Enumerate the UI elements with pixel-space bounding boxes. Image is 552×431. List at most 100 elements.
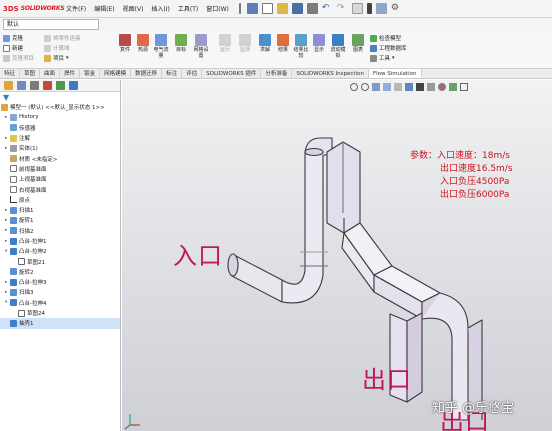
tree-item-revolve1[interactable]: ▸ 旋转1 xyxy=(0,215,120,225)
ribbon-btn-monitor[interactable]: 监测 xyxy=(236,34,254,53)
flow-analysis-tree-tab-icon[interactable] xyxy=(69,81,78,90)
rebuild-icon[interactable] xyxy=(366,3,372,14)
new-document-icon[interactable] xyxy=(261,3,273,14)
tree-item-sketch21[interactable]: 草图21 xyxy=(0,256,120,266)
tab-surfaces[interactable]: 曲面 xyxy=(40,69,61,78)
tab-evaluate[interactable]: 评估 xyxy=(182,69,203,78)
tree-item-top-plane[interactable]: 上视基准面 xyxy=(0,174,120,184)
display-style-icon[interactable] xyxy=(416,83,424,91)
menu-file[interactable]: 文件(F) xyxy=(62,4,90,13)
section-view-icon[interactable] xyxy=(383,83,391,91)
tree-item-sensors[interactable]: 传感器 xyxy=(0,123,120,133)
tab-sketch[interactable]: 草图 xyxy=(20,69,41,78)
tab-sheet-metal[interactable]: 钣金 xyxy=(80,69,101,78)
tab-addins[interactable]: SOLIDWORKS 插件 xyxy=(202,69,262,78)
ribbon-btn-display[interactable]: 显示 xyxy=(310,34,328,53)
tab-mesh-modeling[interactable]: 网格建模 xyxy=(100,69,132,78)
zoom-to-fit-icon[interactable] xyxy=(350,83,358,91)
filter-icon[interactable]: ▼ xyxy=(3,93,9,102)
menu-window[interactable]: 窗口(W) xyxy=(202,4,233,13)
tree-filter[interactable]: ▼ xyxy=(0,92,120,102)
home-icon[interactable] xyxy=(246,3,258,14)
tree-item-solid-bodies[interactable]: ▸ 实体(1) xyxy=(0,143,120,153)
options-gear-icon[interactable]: ⚙ xyxy=(391,3,402,14)
feature-tree-tab-icon[interactable] xyxy=(4,81,13,90)
property-manager-tab-icon[interactable] xyxy=(17,81,26,90)
ribbon-btn-goals[interactable]: 目标 xyxy=(172,34,190,53)
tree-item-boss-extrude1[interactable]: ▸ 凸台-拉伸1 xyxy=(0,236,120,246)
ribbon-btn-compare[interactable]: 结果比较 xyxy=(292,34,310,59)
sweep-icon xyxy=(10,206,17,214)
tree-item-sweep1[interactable]: ▸ 扫描1 xyxy=(0,205,120,215)
tab-weldments[interactable]: 焊件 xyxy=(60,69,81,78)
tree-item-revolve2[interactable]: 旋转2 xyxy=(0,267,120,277)
menu-insert[interactable]: 插入(I) xyxy=(147,4,173,13)
zhihu-watermark: 知乎 @乐悠宝 xyxy=(432,401,515,416)
dimxpert-tab-icon[interactable] xyxy=(43,81,52,90)
tree-item-right-plane[interactable]: 右视基准面 xyxy=(0,184,120,194)
file-properties-icon[interactable] xyxy=(375,3,387,14)
tab-analysis-prep[interactable]: 分析准备 xyxy=(261,69,293,78)
ribbon-btn-heat-source[interactable]: 热源 xyxy=(134,34,152,53)
tab-data-migration[interactable]: 数据迁移 xyxy=(131,69,163,78)
project-dropdown[interactable]: 项目 ▾ xyxy=(44,53,81,63)
connect-parts-button[interactable]: 将零件连接 xyxy=(44,33,81,43)
ribbon-btn-mesh[interactable]: 网格设置 xyxy=(192,34,210,59)
extrude-icon xyxy=(10,247,17,255)
pin-icon[interactable] xyxy=(238,3,243,14)
configuration-select[interactable]: 默认 xyxy=(3,19,99,30)
engineering-database-button[interactable]: 工程数据库 xyxy=(370,43,407,53)
tree-item-front-plane[interactable]: 前视基准面 xyxy=(0,164,120,174)
tab-markup[interactable]: 标注 xyxy=(162,69,183,78)
ribbon-btn-components[interactable]: 复件 xyxy=(116,34,134,53)
ribbon-btn-electrical[interactable]: 电气流量 xyxy=(152,34,170,59)
check-model-button[interactable]: 检查模型 xyxy=(370,33,407,43)
select-pointer-icon[interactable] xyxy=(351,3,363,14)
new-button[interactable]: 新建 xyxy=(3,43,34,53)
open-folder-icon[interactable] xyxy=(276,3,288,14)
tree-item-boss-extrude3[interactable]: ▸ 凸台-拉伸3 xyxy=(0,277,120,287)
ribbon-btn-run[interactable]: 运行 xyxy=(216,34,234,53)
tools-dropdown[interactable]: 工具 ▾ xyxy=(370,53,407,63)
view-orientation-icon[interactable] xyxy=(405,83,413,91)
dynamic-annotation-icon[interactable] xyxy=(394,83,402,91)
zoom-area-icon[interactable] xyxy=(361,83,369,91)
computational-domain-button[interactable]: 计算域 xyxy=(44,43,81,53)
tab-features[interactable]: 特征 xyxy=(0,69,21,78)
tree-root[interactable]: 模型一 (默认) <<默认_显示状态 1>> xyxy=(0,102,120,112)
appearance-icon[interactable] xyxy=(438,83,446,91)
redo-icon[interactable]: ↷ xyxy=(337,3,348,14)
clone-project-button[interactable]: 克隆项目 xyxy=(3,53,34,63)
display-manager-tab-icon[interactable] xyxy=(56,81,65,90)
menu-edit[interactable]: 编辑(E) xyxy=(90,4,118,13)
undo-icon[interactable]: ↶ xyxy=(322,3,333,14)
menu-view[interactable]: 视图(V) xyxy=(119,4,148,13)
previous-view-icon[interactable] xyxy=(372,83,380,91)
tree-item-sweep2[interactable]: ▸ 扫描2 xyxy=(0,226,120,236)
tree-item-origin[interactable]: 原点 xyxy=(0,195,120,205)
configuration-tab-icon[interactable] xyxy=(30,81,39,90)
tree-item-sweep3[interactable]: ▸ 扫描3 xyxy=(0,287,120,297)
tree-item-annotations[interactable]: ▸ 注解 xyxy=(0,133,120,143)
tree-item-shell1[interactable]: 抽壳1 xyxy=(0,318,120,329)
tab-inspection[interactable]: SOLIDWORKS Inspection xyxy=(292,69,369,78)
tree-item-sketch24[interactable]: 草图24 xyxy=(0,308,120,318)
tree-item-material[interactable]: 材质 <未指定> xyxy=(0,153,120,163)
scene-icon[interactable] xyxy=(449,83,457,91)
view-settings-icon[interactable] xyxy=(460,83,468,91)
menu-tools[interactable]: 工具(T) xyxy=(174,4,202,13)
tree-item-boss-extrude2[interactable]: ▾ 凸台-拉伸2 xyxy=(0,246,120,256)
hide-show-icon[interactable] xyxy=(427,83,435,91)
tree-item-history[interactable]: ▸ History xyxy=(0,112,120,122)
print-icon[interactable] xyxy=(306,3,318,14)
heat-source-icon xyxy=(137,34,149,46)
ribbon-btn-results[interactable]: 结果 xyxy=(274,34,292,53)
revolve-icon xyxy=(10,268,17,276)
ribbon-btn-chart[interactable]: 图表 xyxy=(349,34,367,53)
ribbon-btn-solve[interactable]: 求解 xyxy=(256,34,274,53)
ribbon-btn-flow-sim[interactable]: 流动模拟 xyxy=(329,34,347,59)
wizard-button[interactable]: 克隆 xyxy=(3,33,34,43)
save-icon[interactable] xyxy=(291,3,303,14)
tab-flow-simulation[interactable]: Flow Simulation xyxy=(368,69,422,78)
tree-item-boss-extrude4[interactable]: ▾ 凸台-拉伸4 xyxy=(0,298,120,308)
